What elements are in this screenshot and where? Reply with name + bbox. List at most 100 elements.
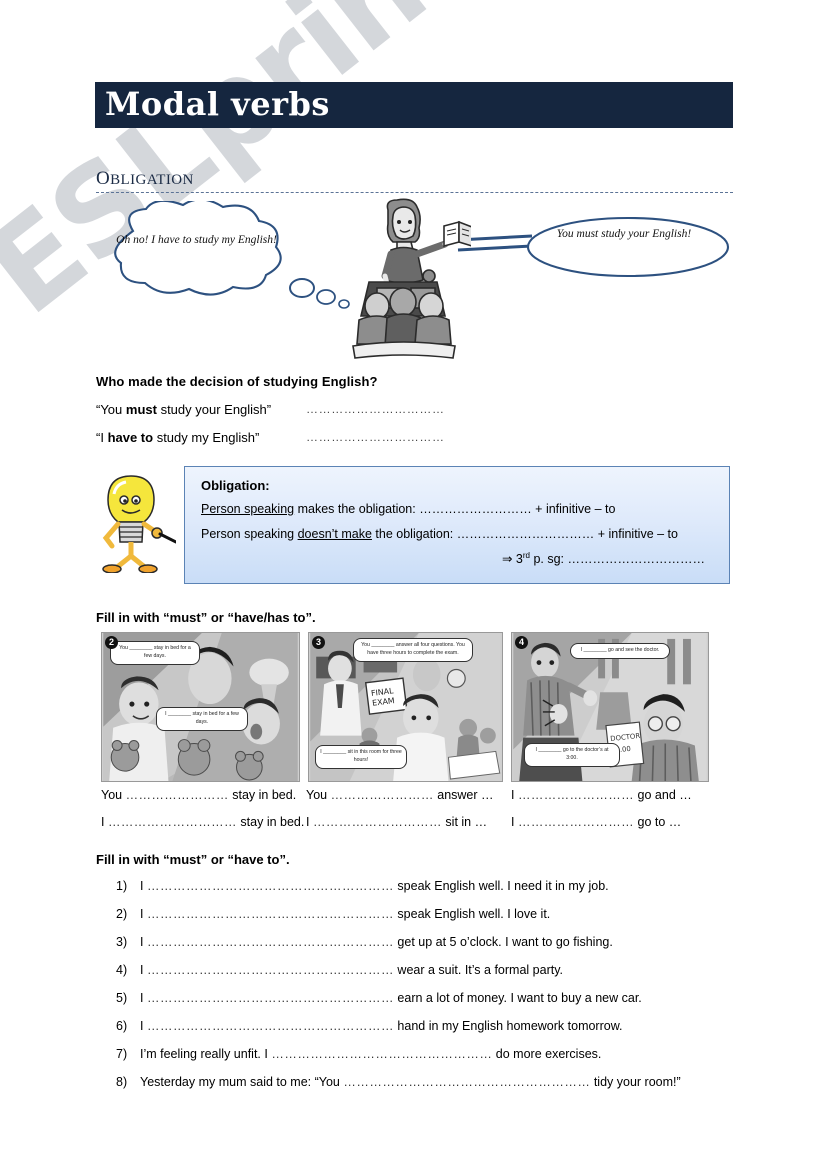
- question-block: Who made the decision of studying Englis…: [96, 374, 656, 445]
- answer-pre: I: [306, 815, 313, 829]
- item-number: 2): [116, 906, 128, 921]
- item-blank[interactable]: …………………………………………………: [147, 879, 394, 893]
- item-number: 5): [116, 990, 128, 1005]
- section-label-rest: BLIGATION: [110, 172, 194, 188]
- rule2-blank[interactable]: ……………………………: [457, 527, 595, 541]
- item-pre: I: [140, 906, 147, 921]
- panel2-bubble-top: You ________ stay in bed for a few days.: [110, 641, 200, 665]
- exercise-item: 5) I ………………………………………………… earn a lot of mo…: [116, 990, 726, 1006]
- panel-number: 2: [105, 636, 118, 649]
- item-pre: I’m feeling really unfit. I: [140, 1046, 272, 1061]
- worksheet-page: ESLprintables.com Modal verbs OBLIGATION…: [0, 0, 826, 1169]
- answer-post: go to …: [634, 815, 682, 829]
- answer-blank[interactable]: ……………………………: [306, 430, 445, 445]
- obligation-rule-1: Person speaking makes the obligation: ………: [201, 502, 715, 518]
- teacher-and-students-illustration: [352, 198, 471, 359]
- answer-post: stay in bed.: [236, 815, 305, 829]
- answer-line: I ……………………… go to …: [511, 815, 716, 829]
- item-number: 4): [116, 962, 128, 977]
- item-blank[interactable]: …………………………………………………: [147, 907, 394, 921]
- item-post: wear a suit. It’s a formal party.: [393, 962, 563, 977]
- item-pre: I: [140, 990, 147, 1005]
- rule2-pre: Person speaking: [201, 526, 298, 541]
- section-divider: [96, 192, 733, 193]
- item-blank[interactable]: ……………………………………………: [271, 1047, 492, 1061]
- quote-bold: have to: [107, 430, 154, 445]
- panel2-bubble-bottom: I ________ stay in bed for a few days.: [156, 707, 248, 731]
- exercise-item: 4) I ………………………………………………… wear a suit. It’…: [116, 962, 726, 978]
- rule2-tail: + infinitive – to: [594, 526, 678, 541]
- item-blank[interactable]: …………………………………………………: [147, 1019, 394, 1033]
- exercise-item: 3) I ………………………………………………… get up at 5 o’cl…: [116, 934, 726, 950]
- question-row: “You must study your English” ……………………………: [96, 402, 656, 417]
- item-text: Yesterday my mum said to me: “You …………………: [140, 1074, 726, 1090]
- comic-answer-lines: You …………………… stay in bed. I ………………………… s…: [101, 788, 721, 842]
- answer-blank[interactable]: ……………………………: [306, 402, 445, 417]
- panel3-bubble-bottom: I ________ sit in this room for three ho…: [315, 745, 407, 769]
- quote-pre: “You: [96, 402, 126, 417]
- question-quote: “You must study your English”: [96, 402, 306, 417]
- exercise-item: 1) I ………………………………………………… speak English we…: [116, 879, 726, 894]
- item-text: I ………………………………………………… get up at 5 o’cloc…: [140, 934, 726, 950]
- section-obligation-header: OBLIGATION: [96, 168, 733, 193]
- item-blank[interactable]: …………………………………………………: [147, 963, 394, 977]
- answer-column: I ……………………… go and … I ……………………… go to …: [511, 788, 716, 842]
- page-title-bar: Modal verbs: [95, 82, 733, 128]
- item-blank[interactable]: …………………………………………………: [147, 991, 394, 1005]
- comic-strip: 2 You ________ stay in bed for a few day…: [101, 632, 711, 782]
- answer-line: I ………………………… sit in …: [306, 815, 511, 829]
- thought-bubble-text: Oh no! I have to study my English!: [116, 234, 277, 246]
- item-number: 6): [116, 1018, 128, 1033]
- answer-line: You …………………… stay in bed.: [101, 788, 306, 802]
- item-number: 8): [116, 1074, 128, 1089]
- speech-bubble-text: You must study your English!: [556, 228, 692, 240]
- comic-panel-4: DOCTOR 3.00 4 I ________ go and see the …: [511, 632, 709, 782]
- panel-number: 3: [312, 636, 325, 649]
- obligation-rule-3: ⇒ 3rd p. sg: ……………………………: [201, 551, 715, 566]
- answer-column: You …………………… answer … I ………………………… sit i…: [306, 788, 511, 842]
- rule1-subject: Person speaking: [201, 502, 295, 516]
- item-text: I ………………………………………………… earn a lot of mone…: [140, 990, 726, 1006]
- rule1-tail: + infinitive – to: [531, 502, 616, 516]
- answer-blank[interactable]: …………………………: [108, 815, 237, 829]
- item-pre: I: [140, 962, 147, 977]
- section-label-initial: O: [96, 168, 111, 189]
- item-blank[interactable]: …………………………………………………: [147, 935, 394, 949]
- obligation-rule-2: Person speaking doesn’t make the obligat…: [201, 527, 715, 543]
- sentence-exercise-list: 1) I ………………………………………………… speak English we…: [116, 879, 726, 1104]
- exercise-item: 7) I’m feeling really unfit. I ……………………………: [116, 1046, 726, 1062]
- item-pre: I: [140, 879, 147, 893]
- item-pre: I: [140, 934, 147, 949]
- rule3-blank[interactable]: ……………………………: [568, 552, 706, 566]
- answer-blank[interactable]: ………………………: [518, 788, 634, 802]
- answer-pre: I: [511, 788, 518, 802]
- thought-bubble-shape: [114, 201, 282, 296]
- rule1-blank[interactable]: ………………………: [419, 502, 532, 516]
- page-title: Modal verbs: [105, 85, 330, 123]
- answer-column: You …………………… stay in bed. I ………………………… s…: [101, 788, 306, 842]
- item-text: I ………………………………………………… speak English well…: [140, 906, 726, 922]
- question-row: “I have to study my English” ……………………………: [96, 430, 656, 445]
- lightbulb-character-icon: [102, 475, 176, 573]
- answer-blank[interactable]: …………………………: [313, 815, 442, 829]
- item-pre: I: [140, 1018, 147, 1033]
- answer-pre: I: [101, 815, 108, 829]
- answer-blank[interactable]: ……………………: [331, 788, 434, 802]
- quote-pre: “I: [96, 430, 108, 445]
- comic-panel-3: FINAL EXAM 3 You ________ answer all fou…: [308, 632, 503, 782]
- rule2-negation: doesn’t make: [297, 526, 372, 541]
- answer-line: I ……………………… go and …: [511, 788, 716, 802]
- answer-blank[interactable]: ………………………: [518, 815, 634, 829]
- section-label: OBLIGATION: [96, 168, 733, 190]
- rule3-arrow: ⇒ 3: [501, 552, 523, 567]
- rule1-text: makes the obligation:: [294, 502, 420, 516]
- item-blank[interactable]: …………………………………………………: [343, 1075, 590, 1089]
- item-pre: Yesterday my mum said to me: “You: [140, 1074, 344, 1089]
- panel4-bubble-bottom: I ________ go to the doctor’s at 3:00.: [524, 743, 620, 767]
- item-text: I’m feeling really unfit. I …………………………………: [140, 1046, 726, 1062]
- item-text: I ………………………………………………… speak English well…: [140, 879, 726, 894]
- panel-number: 4: [515, 636, 528, 649]
- answer-blank[interactable]: ……………………: [126, 788, 229, 802]
- obligation-heading: Obligation:: [201, 478, 270, 493]
- question-quote: “I have to study my English”: [96, 430, 306, 445]
